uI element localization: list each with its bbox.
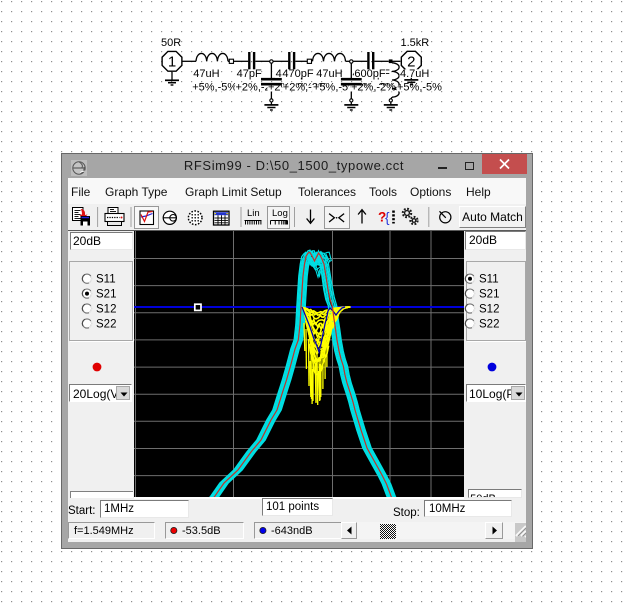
svg-text:47uH: 47uH [316, 68, 342, 80]
svg-text:+5%,-5%: +5%,-5% [397, 82, 442, 94]
svg-text:47pF: 47pF [237, 68, 262, 80]
svg-text:470pF: 470pF [282, 68, 313, 80]
svg-text:4.7uH: 4.7uH [400, 68, 429, 80]
svg-text:50R: 50R [161, 37, 181, 49]
svg-text:+5%,-5%: +5%,-5% [192, 82, 237, 94]
svg-text:+2%,-2%: +2%,-2% [351, 82, 396, 94]
svg-text:47uH: 47uH [193, 68, 219, 80]
svg-text:600pF: 600pF [354, 68, 385, 80]
svg-text:{: { [385, 210, 390, 225]
svg-text:Lin: Lin [247, 208, 260, 219]
svg-text:1: 1 [168, 54, 176, 71]
svg-text:1.5kR: 1.5kR [401, 37, 430, 49]
svg-text:Log: Log [272, 208, 288, 219]
